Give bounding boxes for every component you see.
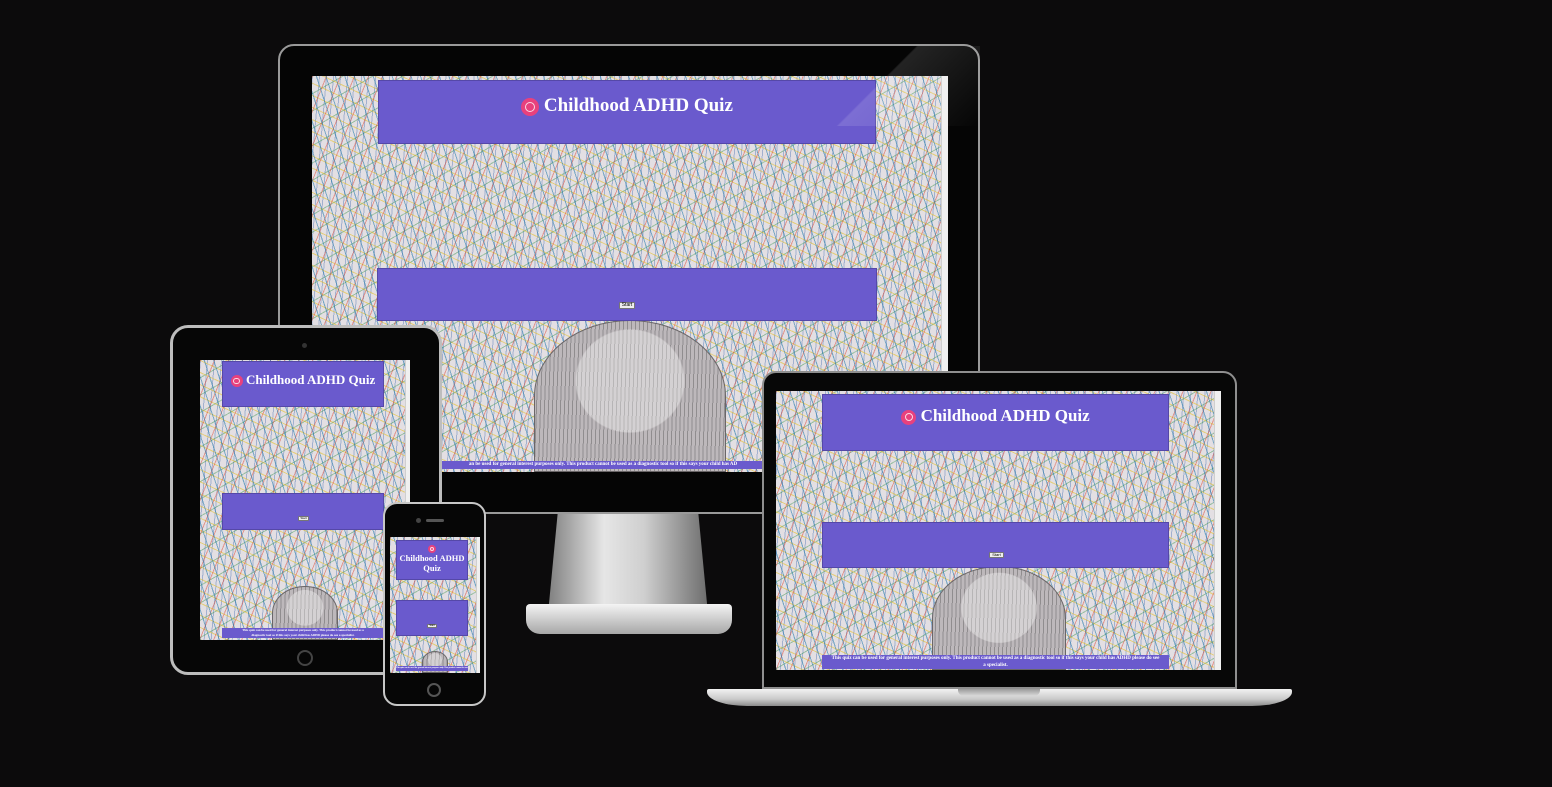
desktop-gloss	[820, 46, 980, 126]
laptop-quiz-title: Childhood ADHD Quiz	[823, 406, 1168, 426]
tablet-start-button[interactable]: Start	[298, 516, 309, 521]
laptop-quiz-header: Childhood ADHD Quiz	[822, 394, 1169, 451]
phone-home-button	[427, 683, 441, 697]
desktop-start-button[interactable]: Start	[619, 302, 635, 309]
desktop-quiz-title: Childhood ADHD Quiz	[379, 95, 875, 117]
tablet-home-button	[297, 650, 313, 666]
tablet-camera	[302, 343, 307, 348]
tablet-disclaimer-line2: diagnostic tool so if this says your chi…	[251, 633, 355, 637]
phone-speaker	[426, 519, 444, 522]
tablet-quiz-header: Childhood ADHD Quiz	[222, 361, 384, 407]
laptop-title-text: Childhood ADHD Quiz	[920, 406, 1090, 425]
phone-quiz-title: Childhood ADHD Quiz	[397, 543, 467, 573]
phone-title-line1: Childhood ADHD	[399, 553, 465, 564]
phone-quiz-header: Childhood ADHD Quiz	[396, 540, 468, 580]
laptop-scrollbar[interactable]	[1214, 391, 1221, 670]
tablet-disclaimer: This quiz can be used for general intere…	[222, 628, 384, 638]
phone-screen: Childhood ADHD Quiz Start This quiz can …	[390, 537, 480, 673]
desktop-title-text: Childhood ADHD Quiz	[543, 95, 733, 116]
tablet-screen: Childhood ADHD Quiz Start This quiz can …	[200, 360, 410, 640]
tablet-quiz-title: Childhood ADHD Quiz	[223, 372, 383, 388]
desktop-stand-foot	[526, 604, 732, 634]
desktop-stand	[548, 514, 708, 614]
phone-title-line2: Quiz	[423, 563, 441, 574]
adhd-logo-icon	[521, 97, 540, 116]
laptop-start-button[interactable]: Start	[989, 552, 1004, 558]
phone-scrollbar[interactable]	[476, 537, 480, 673]
phone-start-button[interactable]: Start	[427, 624, 437, 628]
tablet-title-text: Childhood ADHD Quiz	[245, 372, 376, 387]
phone-quiz-panel: Start	[396, 600, 468, 636]
laptop-disclaimer: This quiz can be used for general intere…	[822, 655, 1169, 669]
laptop-disclaimer-line1: This quiz can be used for general intere…	[831, 656, 1160, 661]
laptop-quiz-panel: Start	[822, 522, 1169, 568]
laptop-screen: Childhood ADHD Quiz Start This quiz can …	[776, 391, 1221, 670]
desktop-disclaimer: an be used for general interest purposes…	[438, 461, 768, 469]
desktop-face-drawing	[534, 320, 726, 472]
desktop-quiz-header: Childhood ADHD Quiz	[378, 80, 876, 144]
phone-camera	[416, 518, 421, 523]
laptop-disclaimer-line2: a specialist.	[983, 663, 1008, 668]
laptop-opening-notch	[958, 689, 1040, 696]
adhd-logo-icon	[230, 375, 243, 388]
adhd-logo-icon	[901, 409, 917, 425]
phone-disclaimer: This quiz can be used for general intere…	[396, 666, 468, 671]
desktop-quiz-panel: Start	[377, 268, 877, 321]
tablet-quiz-panel: Start	[222, 493, 384, 530]
adhd-logo-icon	[428, 545, 436, 554]
